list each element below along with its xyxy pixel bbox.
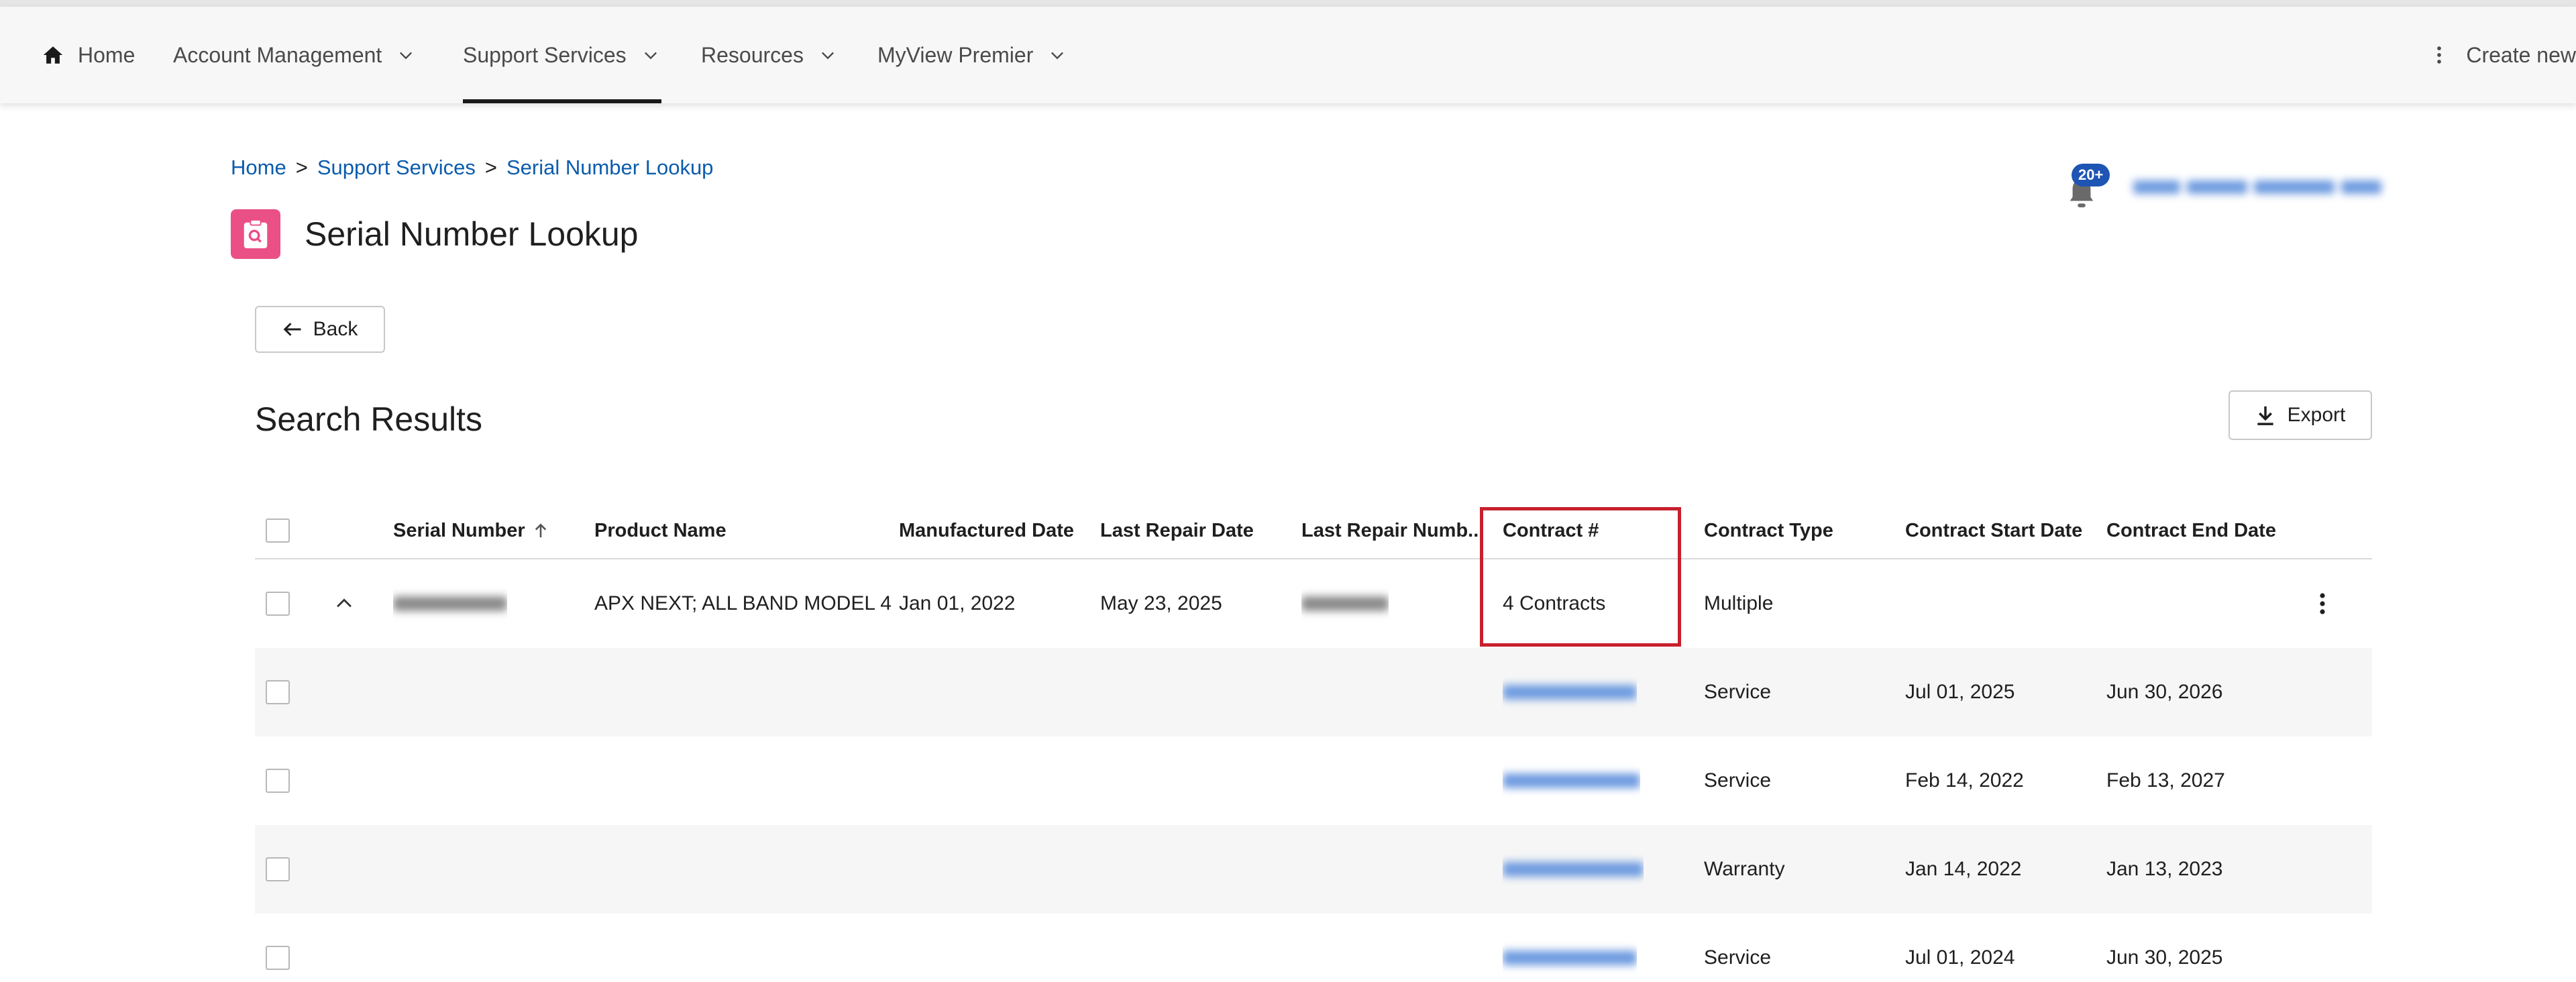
contract-end-date: Jan 13, 2023: [2106, 858, 2223, 880]
contract-type: Service: [1704, 681, 1772, 703]
column-label: Contract Start Date: [1905, 519, 2083, 541]
contract-start-date: Jan 14, 2022: [1905, 858, 2022, 880]
home-icon: [43, 46, 63, 64]
column-header-product-name[interactable]: Product Name: [594, 503, 727, 558]
column-label: Contract Type: [1704, 519, 1833, 541]
nav-myview-premier-label: MyView Premier: [877, 42, 1034, 67]
column-header-contract-number[interactable]: Contract #: [1503, 503, 1599, 558]
contract-type: Service: [1704, 946, 1772, 969]
breadcrumb-support-services[interactable]: Support Services: [317, 156, 476, 180]
contract-end-date: Jun 30, 2025: [2106, 946, 2223, 969]
contract-start-date: Jul 01, 2025: [1905, 681, 2015, 703]
notification-badge: 20+: [2072, 164, 2110, 186]
clipboard-search-icon: [231, 209, 280, 259]
table-row: Service Feb 14, 2022 Feb 13, 2027: [255, 736, 2372, 825]
nav-home[interactable]: Home: [42, 7, 135, 103]
contract-type: Multiple: [1704, 592, 1774, 614]
search-results-title: Search Results: [255, 400, 483, 438]
row-checkbox[interactable]: [266, 559, 290, 648]
breadcrumb-separator: >: [295, 156, 308, 179]
column-label: Last Repair Numb...: [1301, 519, 1485, 541]
product-name: APX NEXT; ALL BAND MODEL 4: [594, 592, 892, 614]
column-label: Manufactured Date: [899, 519, 1075, 541]
nav-resources[interactable]: Resources: [701, 7, 837, 103]
account-name-redacted[interactable]: [2133, 176, 2395, 199]
nav-account-management[interactable]: Account Management: [173, 7, 415, 103]
nav-home-label: Home: [78, 42, 136, 67]
row-checkbox[interactable]: [266, 736, 290, 825]
table-row: Service Jul 01, 2024 Jun 30, 2025: [255, 914, 2372, 982]
serial-number-redacted: [393, 559, 507, 648]
more-vertical-icon: [2320, 593, 2325, 614]
sort-ascending-icon: [535, 523, 546, 538]
back-button-label: Back: [313, 318, 358, 340]
contract-count: 4 Contracts: [1503, 592, 1606, 614]
back-button[interactable]: Back: [255, 306, 385, 353]
chevron-down-icon: [821, 52, 834, 60]
contract-number-link-redacted[interactable]: [1503, 825, 1644, 914]
column-header-last-repair-date[interactable]: Last Repair Date: [1100, 503, 1254, 558]
column-header-last-repair-number[interactable]: Last Repair Numb...: [1301, 503, 1489, 558]
create-new-label: Create new: [2466, 42, 2576, 67]
chevron-up-icon: [337, 598, 352, 608]
chevron-down-icon: [644, 52, 657, 60]
table-row: Service Jul 01, 2025 Jun 30, 2026: [255, 648, 2372, 736]
column-header-serial-number[interactable]: Serial Number: [393, 503, 548, 558]
nav-resources-label: Resources: [701, 42, 804, 67]
column-label: Contract End Date: [2106, 519, 2276, 541]
row-checkbox[interactable]: [266, 825, 290, 914]
contract-number-link-redacted[interactable]: [1503, 736, 1640, 825]
breadcrumb-current[interactable]: Serial Number Lookup: [506, 156, 713, 180]
contract-end-date: Feb 13, 2027: [2106, 769, 2225, 792]
results-table: Serial Number Product Name Manufactured …: [255, 503, 2372, 982]
last-repair-number-redacted: [1301, 559, 1389, 648]
page-title: Serial Number Lookup: [305, 215, 639, 253]
column-header-contract-type[interactable]: Contract Type: [1704, 503, 1833, 558]
contract-number-link-redacted[interactable]: [1503, 648, 1637, 736]
breadcrumb-separator: >: [484, 156, 497, 179]
collapse-row-button[interactable]: [333, 559, 356, 648]
contract-end-date: Jun 30, 2026: [2106, 681, 2223, 703]
row-checkbox[interactable]: [266, 648, 290, 736]
nav-account-management-label: Account Management: [173, 42, 382, 67]
column-header-contract-end-date[interactable]: Contract End Date: [2106, 503, 2276, 558]
page-header: Serial Number Lookup: [231, 209, 639, 259]
chevron-down-icon: [1051, 52, 1064, 60]
nav-support-services[interactable]: Support Services: [463, 7, 661, 103]
contract-type: Warranty: [1704, 858, 1785, 880]
manufactured-date: Jan 01, 2022: [899, 592, 1016, 614]
header-right: 20+: [2059, 164, 2395, 211]
more-vertical-icon: [2437, 46, 2442, 64]
column-label: Contract #: [1503, 519, 1599, 541]
contract-number-link-redacted[interactable]: [1503, 914, 1637, 982]
breadcrumb: Home > Support Services > Serial Number …: [231, 156, 713, 180]
last-repair-date: May 23, 2025: [1100, 592, 1222, 614]
contract-start-date: Feb 14, 2022: [1905, 769, 2024, 792]
table-row: APX NEXT; ALL BAND MODEL 4 Jan 01, 2022 …: [255, 559, 2372, 648]
column-header-contract-start-date[interactable]: Contract Start Date: [1905, 503, 2082, 558]
chevron-down-icon: [400, 52, 413, 60]
column-label: Product Name: [594, 519, 727, 541]
export-button[interactable]: Export: [2229, 390, 2372, 440]
notifications[interactable]: 20+: [2059, 164, 2110, 211]
contract-start-date: Jul 01, 2024: [1905, 946, 2015, 969]
table-header: Serial Number Product Name Manufactured …: [255, 503, 2372, 559]
top-strip: [0, 0, 2576, 7]
column-label: Serial Number: [393, 519, 525, 541]
nav-myview-premier[interactable]: MyView Premier: [877, 7, 1067, 103]
download-icon: [2257, 406, 2273, 425]
contract-type: Service: [1704, 769, 1772, 792]
column-label: Last Repair Date: [1100, 519, 1254, 541]
create-new-menu[interactable]: Create new: [2432, 7, 2576, 103]
export-button-label: Export: [2287, 404, 2346, 426]
row-checkbox[interactable]: [266, 914, 290, 982]
arrow-left-icon: [283, 323, 301, 336]
row-actions-menu[interactable]: [2318, 559, 2326, 648]
top-navigation: Home Account Management Support Services…: [0, 7, 2576, 103]
breadcrumb-home[interactable]: Home: [231, 156, 286, 180]
table-row: Warranty Jan 14, 2022 Jan 13, 2023: [255, 825, 2372, 914]
column-header-manufactured-date[interactable]: Manufactured Date: [899, 503, 1074, 558]
select-all-checkbox[interactable]: [266, 503, 290, 558]
nav-support-services-label: Support Services: [463, 42, 627, 67]
